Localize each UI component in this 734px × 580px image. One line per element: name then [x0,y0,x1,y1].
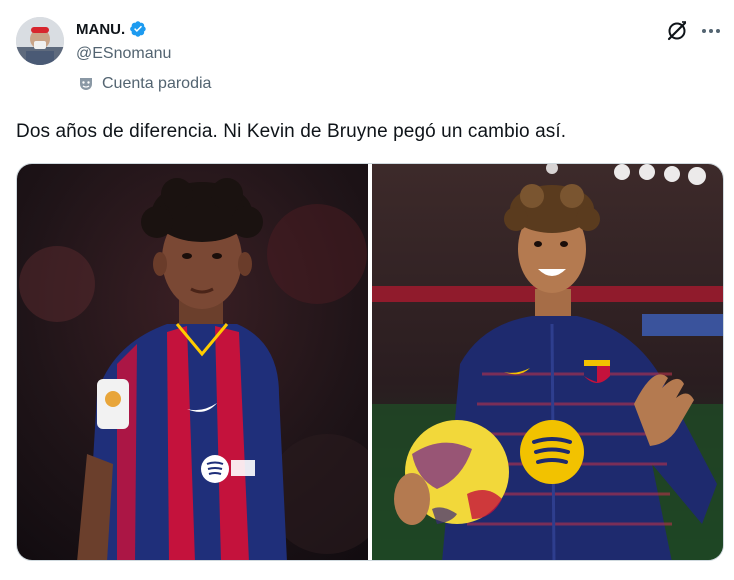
author-display-name[interactable]: MANU. [76,21,125,38]
parody-account-label: Cuenta parodia [78,75,211,93]
avatar-icon [16,17,64,65]
more-options-icon [702,29,720,33]
tweet-text: Dos años de diferencia. Ni Kevin de Bruy… [16,121,567,142]
verified-badge-icon [130,21,146,37]
parody-mask-icon [80,78,92,90]
parody-label-text: Cuenta parodia [102,75,212,92]
more-options-button[interactable] [699,19,723,43]
tweet-media-grid [16,163,724,561]
grok-button[interactable] [666,20,688,42]
photo-player-holding-ball-icon [372,164,723,560]
media-photo-1[interactable] [17,164,368,560]
photo-player-barcelona-home-kit-icon [17,164,368,560]
author-name-row[interactable]: MANU. [76,20,147,38]
author-avatar[interactable] [16,17,64,65]
media-photo-2[interactable] [372,164,723,560]
grok-icon [667,21,687,41]
author-handle[interactable]: @ESnomanu [76,45,171,63]
